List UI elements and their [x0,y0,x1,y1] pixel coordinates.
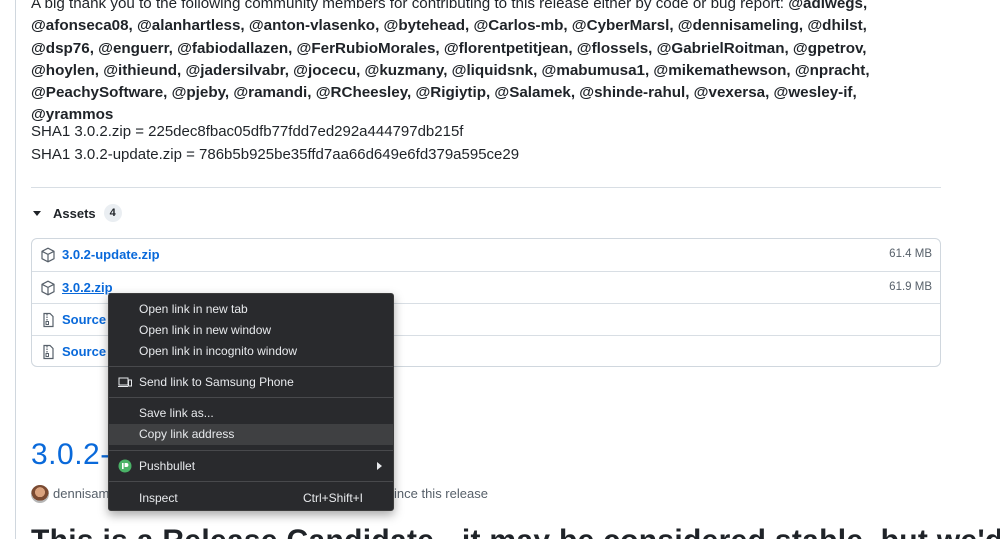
menu-separator [109,397,393,398]
asset-link[interactable]: 3.0.2.zip [62,280,113,295]
menu-copy-link-address[interactable]: Copy link address [109,424,393,445]
sha-update: SHA1 3.0.2-update.zip = 786b5b925be35ffd… [31,146,520,163]
menu-shortcut: Ctrl+Shift+I [302,491,363,505]
menu-item-label: Open link in new tab [139,302,248,316]
menu-separator [109,481,393,482]
menu-save-link-as[interactable]: Save link as... [109,403,393,424]
timeline-rule [15,0,16,539]
since-release-text: ince this release [394,486,488,501]
menu-item-label: Open link in new window [139,323,272,337]
assets-label: Assets [53,205,96,221]
menu-open-new-tab[interactable]: Open link in new tab [109,299,393,320]
menu-item-label: Inspect [139,491,178,505]
file-zip-icon [43,344,54,360]
menu-item-label: Send link to Samsung Phone [139,375,294,389]
context-menu: Open link in new tab Open link in new wi… [108,293,394,511]
release-heading: This is a Release Candidate - it may be … [31,524,1000,539]
pushbullet-icon [118,459,132,473]
assets-toggle[interactable]: Assets 4 [33,204,122,222]
author-name[interactable]: dennisam [53,486,109,501]
package-icon [41,247,55,263]
menu-separator [109,366,393,367]
menu-open-new-window[interactable]: Open link in new window [109,320,393,341]
assets-count: 4 [103,204,122,222]
sha-zip: SHA1 3.0.2.zip = 225dec8fbac05dfb77fdd7e… [31,123,464,140]
devices-icon [118,377,132,387]
thanks-intro: A big thank you to the following communi… [31,0,789,12]
file-zip-icon [43,312,54,328]
divider [31,187,941,188]
asset-row: 3.0.2-update.zip 61.4 MB [32,239,940,271]
menu-item-label: Open link in incognito window [139,344,298,358]
menu-open-incognito[interactable]: Open link in incognito window [109,341,393,362]
chevron-right-icon [377,462,382,470]
contributors-list[interactable]: @afonseca08, @alanhartless, @anton-vlase… [31,17,870,123]
menu-inspect[interactable]: Inspect Ctrl+Shift+I [109,488,393,509]
menu-pushbullet[interactable]: Pushbullet [109,456,393,477]
asset-size: 61.4 MB [889,248,932,260]
asset-size: 61.9 MB [889,281,932,293]
menu-send-to-phone[interactable]: Send link to Samsung Phone [109,372,393,393]
caret-down-icon [33,210,41,216]
package-icon [41,280,55,296]
menu-item-label: Pushbullet [139,459,196,473]
menu-item-label: Copy link address [139,427,235,441]
menu-separator [109,450,393,451]
asset-link[interactable]: 3.0.2-update.zip [62,247,160,262]
avatar[interactable] [31,485,49,503]
thanks-paragraph: A big thank you to the following communi… [31,0,931,127]
menu-item-label: Save link as... [139,406,214,420]
contributors-first[interactable]: @adiwegs, [788,0,867,12]
